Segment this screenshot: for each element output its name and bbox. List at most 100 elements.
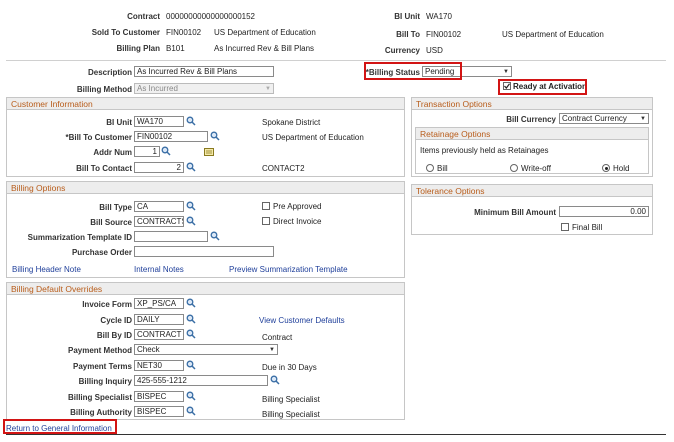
search-icon[interactable] [186, 216, 196, 226]
footer-divider [6, 434, 666, 435]
radio-write-off[interactable] [510, 164, 518, 172]
radio-bill-label: Bill [437, 164, 448, 173]
retainage-options-title: Retainage Options [416, 128, 648, 140]
addr-num-label: Addr Num [93, 148, 132, 157]
return-link-highlight [3, 419, 117, 434]
pre-approved-checkbox[interactable] [262, 202, 270, 210]
contract-label: Contract [127, 12, 160, 21]
purchase-order-input[interactable] [134, 246, 274, 257]
summarization-template-input[interactable] [134, 231, 208, 242]
search-icon[interactable] [186, 201, 196, 211]
search-icon[interactable] [270, 375, 280, 385]
search-icon[interactable] [186, 162, 196, 172]
billing-options-title: Billing Options [7, 182, 404, 194]
bill-by-id-input[interactable]: CONTRACT [134, 329, 184, 340]
chevron-down-icon: ▼ [265, 86, 271, 92]
billing-plan-name: As Incurred Rev & Bill Plans [214, 44, 315, 53]
billing-authority-input[interactable]: BISPEC [134, 406, 184, 417]
billing-specialist-desc: Billing Specialist [262, 395, 320, 404]
direct-invoice-label: Direct Invoice [273, 217, 322, 226]
cust-bill-to-desc: US Department of Education [262, 133, 364, 142]
bill-to-label: Bill To [396, 30, 420, 39]
search-icon[interactable] [186, 406, 196, 416]
invoice-form-input[interactable]: XP_PS/CA [134, 298, 184, 309]
pre-approved-label: Pre Approved [273, 202, 322, 211]
payment-method-select[interactable]: Check ▼ [134, 344, 278, 355]
search-icon[interactable] [161, 146, 171, 156]
billing-header-note-link[interactable]: Billing Header Note [12, 265, 81, 274]
billing-specialist-input[interactable]: BISPEC [134, 391, 184, 402]
radio-bill[interactable] [426, 164, 434, 172]
bill-to-name: US Department of Education [502, 30, 604, 39]
description-input[interactable]: As Incurred Rev & Bill Plans [134, 66, 274, 77]
bill-source-label: Bill Source [90, 218, 132, 227]
view-customer-defaults-link[interactable]: View Customer Defaults [259, 316, 345, 325]
bill-to-contact-desc: CONTACT2 [262, 164, 305, 173]
direct-invoice-checkbox[interactable] [262, 217, 270, 225]
summarization-template-label: Summarization Template ID [27, 233, 132, 242]
payment-method-label: Payment Method [67, 346, 132, 355]
address-book-icon[interactable] [204, 148, 214, 156]
cust-bill-to-label: *Bill To Customer [65, 133, 132, 142]
search-icon[interactable] [186, 314, 196, 324]
purchase-order-label: Purchase Order [71, 248, 132, 257]
search-icon[interactable] [210, 231, 220, 241]
bill-currency-label: Bill Currency [506, 115, 556, 124]
payment-terms-label: Payment Terms [73, 362, 132, 371]
payment-terms-desc: Due in 30 Days [262, 363, 317, 372]
billing-plan-label: Billing Plan [116, 44, 160, 53]
billing-authority-desc: Billing Specialist [262, 410, 320, 419]
billing-default-overrides-title: Billing Default Overrides [7, 283, 404, 295]
bill-currency-select[interactable]: Contract Currency ▼ [559, 113, 649, 124]
cust-bi-unit-input[interactable]: WA170 [134, 116, 184, 127]
bill-currency-value: Contract Currency [562, 114, 627, 123]
sold-to-label: Sold To Customer [91, 28, 160, 37]
retainage-text: Items previously held as Retainages [420, 146, 549, 155]
bill-type-label: Bill Type [99, 203, 132, 212]
cycle-id-input[interactable]: DAILY [134, 314, 184, 325]
currency-label: Currency [384, 46, 420, 55]
ready-at-activation-highlight [498, 79, 587, 95]
bill-to-contact-input[interactable]: 2 [134, 162, 184, 173]
billing-status-highlight [364, 62, 462, 80]
internal-notes-link[interactable]: Internal Notes [134, 265, 184, 274]
chevron-down-icon: ▼ [640, 116, 646, 122]
radio-selected-dot [604, 166, 608, 170]
search-icon[interactable] [186, 391, 196, 401]
chevron-down-icon: ▼ [269, 347, 275, 353]
addr-num-input[interactable]: 1 [134, 146, 160, 157]
transaction-options-title: Transaction Options [412, 98, 652, 110]
search-icon[interactable] [186, 360, 196, 370]
payment-terms-input[interactable]: NET30 [134, 360, 184, 371]
customer-information-title: Customer Information [7, 98, 404, 110]
invoice-form-label: Invoice Form [82, 300, 132, 309]
search-icon[interactable] [210, 131, 220, 141]
final-bill-checkbox[interactable] [561, 223, 569, 231]
cycle-id-label: Cycle ID [100, 316, 132, 325]
preview-summarization-template-link[interactable]: Preview Summarization Template [229, 265, 348, 274]
minimum-bill-amount-input[interactable]: 0.00 [559, 206, 649, 217]
cust-bi-unit-desc: Spokane District [262, 118, 321, 127]
search-icon[interactable] [186, 329, 196, 339]
chevron-down-icon: ▼ [503, 69, 509, 75]
bill-by-id-label: Bill By ID [96, 331, 132, 340]
billing-method-select[interactable]: As Incurred ▼ [134, 83, 274, 94]
cust-bill-to-input[interactable]: FIN00102 [134, 131, 208, 142]
billing-specialist-label: Billing Specialist [67, 393, 132, 402]
sold-to-name: US Department of Education [214, 28, 316, 37]
radio-write-off-label: Write-off [521, 164, 551, 173]
payment-method-value: Check [137, 345, 160, 354]
billing-method-value: As Incurred [137, 84, 178, 93]
search-icon[interactable] [186, 298, 196, 308]
radio-hold[interactable] [602, 164, 610, 172]
billing-method-label: Billing Method [76, 85, 132, 94]
final-bill-label: Final Bill [572, 223, 603, 232]
bill-source-input[interactable]: CONTRACTS [134, 216, 184, 227]
bill-to-id: FIN00102 [426, 30, 462, 39]
search-icon[interactable] [186, 116, 196, 126]
radio-hold-label: Hold [613, 164, 630, 173]
billing-inquiry-input[interactable]: 425-555-1212 [134, 375, 268, 386]
bill-type-input[interactable]: CA [134, 201, 184, 212]
description-label: Description [87, 68, 132, 77]
billing-plan-id: B101 [166, 44, 185, 53]
